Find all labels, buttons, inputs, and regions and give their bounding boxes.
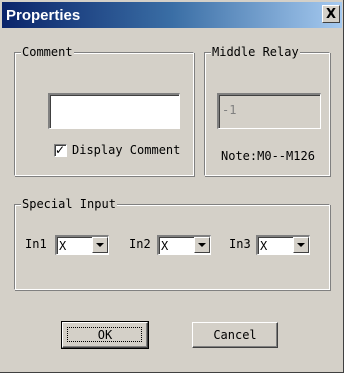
in2-label: In2 [129, 237, 151, 251]
comment-group: Comment ✓ Display Comment [14, 44, 194, 176]
close-button[interactable]: X [322, 5, 340, 23]
properties-dialog: Properties X Comment ✓ Display Comment M… [0, 0, 344, 373]
in2-select-value: X [161, 239, 169, 253]
cancel-button-label: Cancel [213, 328, 257, 342]
close-icon: X [325, 6, 337, 22]
chevron-down-icon[interactable] [194, 237, 210, 253]
in1-select-value: X [59, 239, 67, 253]
ok-button[interactable]: OK [61, 321, 149, 349]
middle-relay-value: -1 [222, 103, 237, 117]
window-title: Properties [6, 6, 81, 24]
display-comment-checkbox[interactable]: ✓ [54, 143, 67, 157]
middle-relay-input[interactable]: -1 [217, 93, 321, 129]
comment-group-label: Comment [21, 44, 74, 60]
middle-relay-note: Note:M0--M126 [221, 149, 315, 163]
cancel-button[interactable]: Cancel [192, 322, 278, 348]
ok-button-label: OK [97, 328, 113, 342]
in3-select-value: X [260, 239, 268, 253]
middle-relay-group: Middle Relay -1 Note:M0--M126 [204, 44, 330, 176]
in1-select[interactable]: X [55, 235, 109, 255]
in1-label: In1 [25, 237, 47, 251]
in3-label: In3 [229, 237, 251, 251]
comment-input[interactable] [48, 93, 180, 129]
middle-relay-group-label: Middle Relay [211, 44, 300, 60]
in2-select[interactable]: X [157, 235, 211, 255]
chevron-down-icon[interactable] [92, 237, 108, 253]
title-bar[interactable]: Properties X [2, 2, 342, 28]
special-input-group-label: Special Input [21, 196, 117, 212]
checkmark-icon: ✓ [55, 143, 66, 157]
special-input-group: Special Input In1 X In2 X In3 X [14, 196, 330, 290]
display-comment-label[interactable]: Display Comment [72, 142, 180, 158]
in3-select[interactable]: X [256, 235, 310, 255]
chevron-down-icon[interactable] [293, 237, 309, 253]
